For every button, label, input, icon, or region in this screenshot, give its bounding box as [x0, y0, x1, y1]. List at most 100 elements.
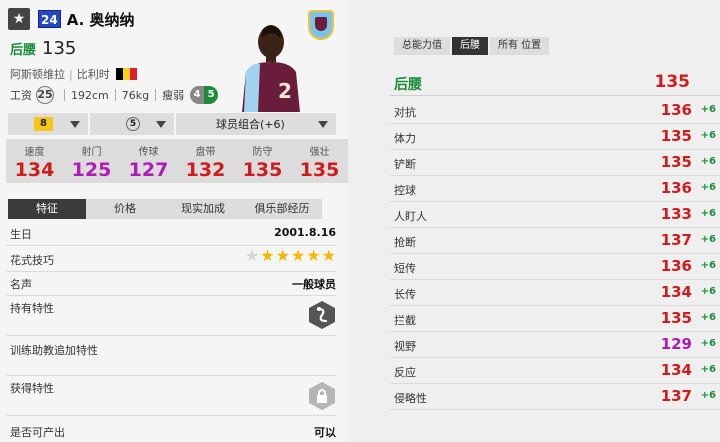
attribute-name: 短传	[394, 262, 416, 275]
stat-label: 射门	[81, 147, 102, 158]
birthday-row: 生日 2001.8.16	[6, 222, 336, 246]
attribute-bonus: +6	[700, 286, 716, 297]
coach-traits-label: 训练助教追加特性	[10, 344, 98, 357]
attribute-bonus: +6	[700, 182, 716, 193]
attribute-value: 137	[660, 387, 692, 405]
stat-label: 盘带	[195, 147, 216, 158]
tab-all-positions[interactable]: 所有 位置	[490, 37, 550, 55]
chevron-down-icon	[70, 120, 80, 128]
attribute-name: 抢断	[394, 236, 416, 249]
overall-rating: 135	[42, 38, 77, 59]
tab-real-boost[interactable]: 现实加成	[164, 199, 242, 219]
mastery-select[interactable]: 5	[90, 113, 174, 135]
tab-price[interactable]: 价格	[86, 199, 164, 219]
star-icon: ★	[244, 246, 260, 265]
attribute-name: 侵略性	[394, 392, 427, 405]
attribute-bonus: +6	[700, 208, 716, 219]
svg-text:2: 2	[278, 79, 292, 103]
attribute-row: 反应 134 +6	[390, 358, 720, 384]
stat-label: 强壮	[309, 147, 330, 158]
attribute-name: 控球	[394, 184, 416, 197]
reputation-value: 一般球员	[292, 278, 336, 291]
attribute-value: 135	[660, 309, 692, 327]
body-type-value: 瘦弱	[162, 89, 185, 102]
attribute-value: 133	[660, 205, 692, 223]
attribute-bonus: +6	[700, 364, 716, 375]
stat-passing: 传球 127	[120, 139, 177, 183]
stat-defending: 防守 135	[234, 139, 291, 183]
main-attribute-value: 135	[654, 72, 691, 92]
attribute-row: 体力 135 +6	[390, 124, 720, 150]
divider	[114, 89, 116, 101]
attribute-value: 129	[660, 335, 692, 353]
attribute-name: 拦截	[394, 314, 416, 327]
stat-label: 防守	[252, 147, 273, 158]
chevron-down-icon	[318, 120, 328, 128]
trait-snake-icon[interactable]	[308, 300, 336, 330]
attribute-value: 134	[660, 361, 692, 379]
attribute-name: 人盯人	[394, 210, 427, 223]
attribute-row: 对抗 136 +6	[390, 98, 720, 124]
attribute-value: 137	[660, 231, 692, 249]
stat-shooting: 射门 125	[63, 139, 120, 183]
acquire-traits-row: 获得特性	[6, 376, 336, 416]
attribute-bonus: +6	[700, 260, 716, 271]
attribute-row: 拦截 135 +6	[390, 306, 720, 332]
attribute-tabs: 总能力值 后腰 所有 位置	[394, 37, 550, 55]
tab-overall[interactable]: 总能力值	[394, 37, 450, 55]
attribute-bonus: +6	[700, 390, 716, 401]
tab-traits[interactable]: 特征	[8, 199, 86, 219]
team-color-select[interactable]: 球员组合(+6)	[176, 113, 336, 135]
height-value: 192cm	[71, 88, 109, 102]
position-label: 后腰	[10, 43, 37, 58]
level-badge: 8	[34, 117, 53, 131]
tab-cdm[interactable]: 后腰	[452, 37, 488, 55]
attribute-bonus: +6	[700, 104, 716, 115]
coach-traits-row: 训练助教追加特性	[6, 336, 336, 376]
star-icon: ★	[306, 246, 321, 265]
star-icon: ★	[290, 246, 306, 265]
club-nation-line: 阿斯顿维拉 | 比利时	[10, 66, 137, 82]
attribute-row: 侵略性 137 +6	[390, 384, 720, 410]
star-icon: ★	[321, 246, 336, 265]
birthday-value: 2001.8.16	[274, 226, 336, 239]
attribute-panel: 总能力值 后腰 所有 位置 后腰 135 对抗 136 +6 体力 135 +6 铲断 135…	[390, 0, 720, 442]
club-name: 阿斯顿维拉	[10, 68, 65, 81]
birthday-label: 生日	[10, 228, 32, 241]
stat-value: 134	[14, 159, 55, 181]
attribute-row: 控球 136 +6	[390, 176, 720, 202]
main-attribute-row: 后腰 135	[390, 70, 720, 96]
attribute-value: 136	[660, 257, 692, 275]
player-name: A. 奥纳纳	[66, 10, 135, 29]
attribute-bonus: +6	[700, 312, 716, 323]
club-nation-divider: |	[69, 67, 73, 81]
divider	[155, 89, 157, 101]
position-rating: 后腰 135	[10, 38, 76, 59]
traits-row: 持有特性	[6, 296, 336, 336]
season-badge: 24	[38, 10, 61, 28]
attribute-name: 长传	[394, 288, 416, 301]
nation-name: 比利时	[76, 68, 110, 81]
player-card-panel: ★ 24 A. 奥纳纳 2 后腰 135 阿斯顿维拉 | 比利时 工资 25 1…	[0, 0, 348, 442]
stat-value: 135	[242, 159, 283, 181]
main-stats: 速度 134 射门 125 传球 127 盘带 132 防守 135 强壮 135	[6, 139, 348, 183]
level-select[interactable]: 8	[8, 113, 88, 135]
info-tabs: 特征 价格 现实加成 俱乐部经历	[8, 199, 322, 219]
attribute-row: 铲断 135 +6	[390, 150, 720, 176]
favorite-star-icon[interactable]: ★	[8, 8, 30, 30]
attribute-row: 人盯人 133 +6	[390, 202, 720, 228]
salary-label: 工资	[10, 89, 32, 102]
salary-badge: 25	[36, 86, 54, 104]
tab-club-history[interactable]: 俱乐部经历	[242, 199, 322, 219]
attribute-value: 136	[660, 179, 692, 197]
divider	[64, 89, 65, 101]
skill-label: 花式技巧	[10, 254, 54, 267]
stat-dribbling: 盘带 132	[177, 139, 234, 183]
weak-foot-value: 4	[190, 86, 205, 104]
producible-label: 是否可产出	[10, 426, 65, 439]
acquire-traits-label: 获得特性	[10, 382, 54, 395]
producible-value: 可以	[314, 426, 336, 439]
club-crest-icon	[308, 10, 334, 40]
attribute-name: 对抗	[394, 106, 416, 119]
stat-value: 127	[128, 159, 169, 181]
